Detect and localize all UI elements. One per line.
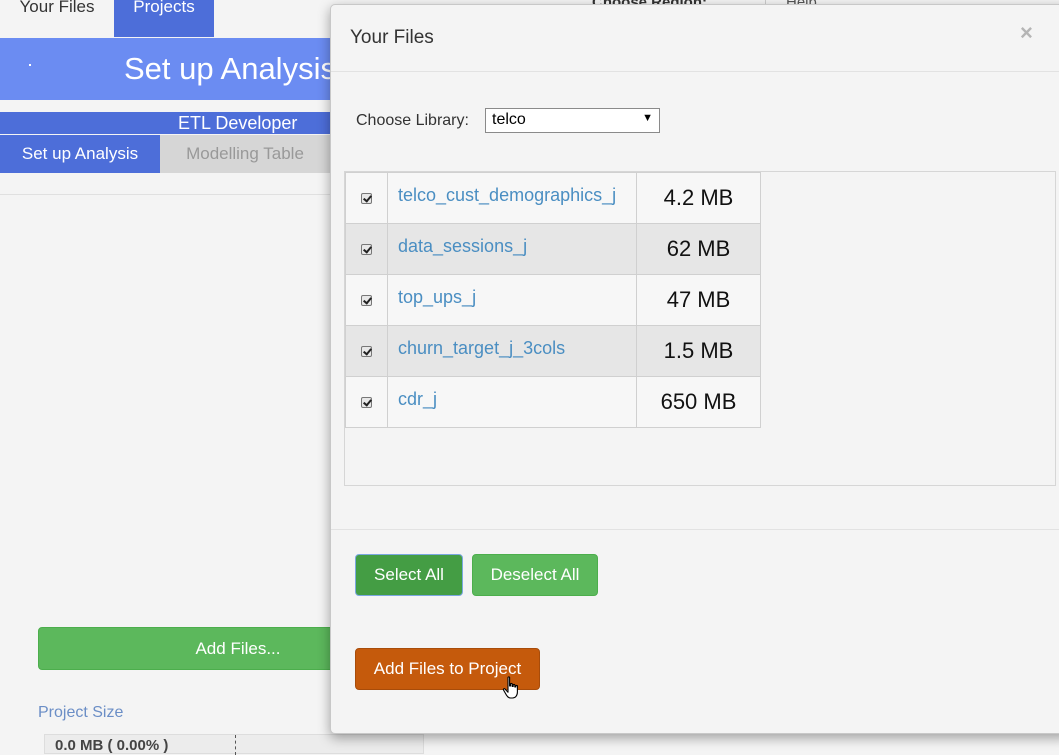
project-size-label: Project Size — [38, 704, 124, 721]
file-row: telco_cust_demographics_j 4.2 MB — [345, 172, 761, 224]
file-checkbox-cell — [345, 325, 388, 377]
close-icon[interactable]: × — [1020, 20, 1033, 46]
select-all-button[interactable]: Select All — [355, 554, 463, 596]
file-table: telco_cust_demographics_j 4.2 MB data_se… — [345, 172, 761, 428]
file-name-cell: cdr_j — [387, 376, 637, 428]
file-checkbox-cell — [345, 274, 388, 326]
file-link[interactable]: data_sessions_j — [388, 224, 636, 257]
file-link[interactable]: telco_cust_demographics_j — [388, 173, 636, 206]
deselect-all-button[interactable]: Deselect All — [472, 554, 598, 596]
your-files-modal: Your Files × Choose Library: telco ▼ tel… — [330, 4, 1059, 734]
page-title: Set up Analysis — [124, 51, 336, 86]
choose-library-label: Choose Library: — [356, 112, 469, 129]
file-link[interactable]: top_ups_j — [388, 275, 636, 308]
modal-title: Your Files — [350, 27, 434, 48]
file-checkbox-cell — [345, 376, 388, 428]
modal-footer-divider — [331, 529, 1059, 530]
file-row: data_sessions_j 62 MB — [345, 223, 761, 275]
file-name-cell: data_sessions_j — [387, 223, 637, 275]
file-name-cell: telco_cust_demographics_j — [387, 172, 637, 224]
hand-cursor-icon — [502, 676, 518, 699]
file-row: cdr_j 650 MB — [345, 376, 761, 428]
file-checkbox[interactable] — [361, 193, 372, 204]
library-select[interactable]: telco ▼ — [485, 108, 660, 133]
file-row: top_ups_j 47 MB — [345, 274, 761, 326]
file-list-panel: telco_cust_demographics_j 4.2 MB data_se… — [344, 171, 1056, 486]
file-link[interactable]: cdr_j — [388, 377, 636, 410]
file-checkbox-cell — [345, 223, 388, 275]
tab-projects[interactable]: Projects — [114, 0, 214, 37]
library-selected-value: telco — [492, 111, 526, 128]
file-checkbox[interactable] — [361, 397, 372, 408]
tab-your-files[interactable]: Your Files — [0, 0, 114, 37]
file-checkbox[interactable] — [361, 295, 372, 306]
file-size: 4.2 MB — [636, 172, 761, 224]
file-size: 62 MB — [636, 223, 761, 275]
project-size-marker — [235, 735, 236, 755]
modal-header: Your Files × — [331, 5, 1059, 72]
file-size: 650 MB — [636, 376, 761, 428]
file-size: 1.5 MB — [636, 325, 761, 377]
banner-dot — [29, 64, 31, 66]
tab-set-up-analysis[interactable]: Set up Analysis — [0, 135, 160, 173]
file-row: churn_target_j_3cols 1.5 MB — [345, 325, 761, 377]
file-name-cell: top_ups_j — [387, 274, 637, 326]
role-title: ETL Developer — [178, 113, 298, 133]
file-link[interactable]: churn_target_j_3cols — [388, 326, 636, 359]
file-checkbox[interactable] — [361, 244, 372, 255]
file-name-cell: churn_target_j_3cols — [387, 325, 637, 377]
tab-modelling-table[interactable]: Modelling Table — [160, 135, 330, 173]
project-size-bar: 0.0 MB ( 0.00% ) — [44, 734, 424, 755]
project-size-value: 0.0 MB ( 0.00% ) — [55, 737, 169, 754]
file-checkbox[interactable] — [361, 346, 372, 357]
file-size: 47 MB — [636, 274, 761, 326]
file-checkbox-cell — [345, 172, 388, 224]
dropdown-arrow-icon: ▼ — [642, 112, 653, 124]
